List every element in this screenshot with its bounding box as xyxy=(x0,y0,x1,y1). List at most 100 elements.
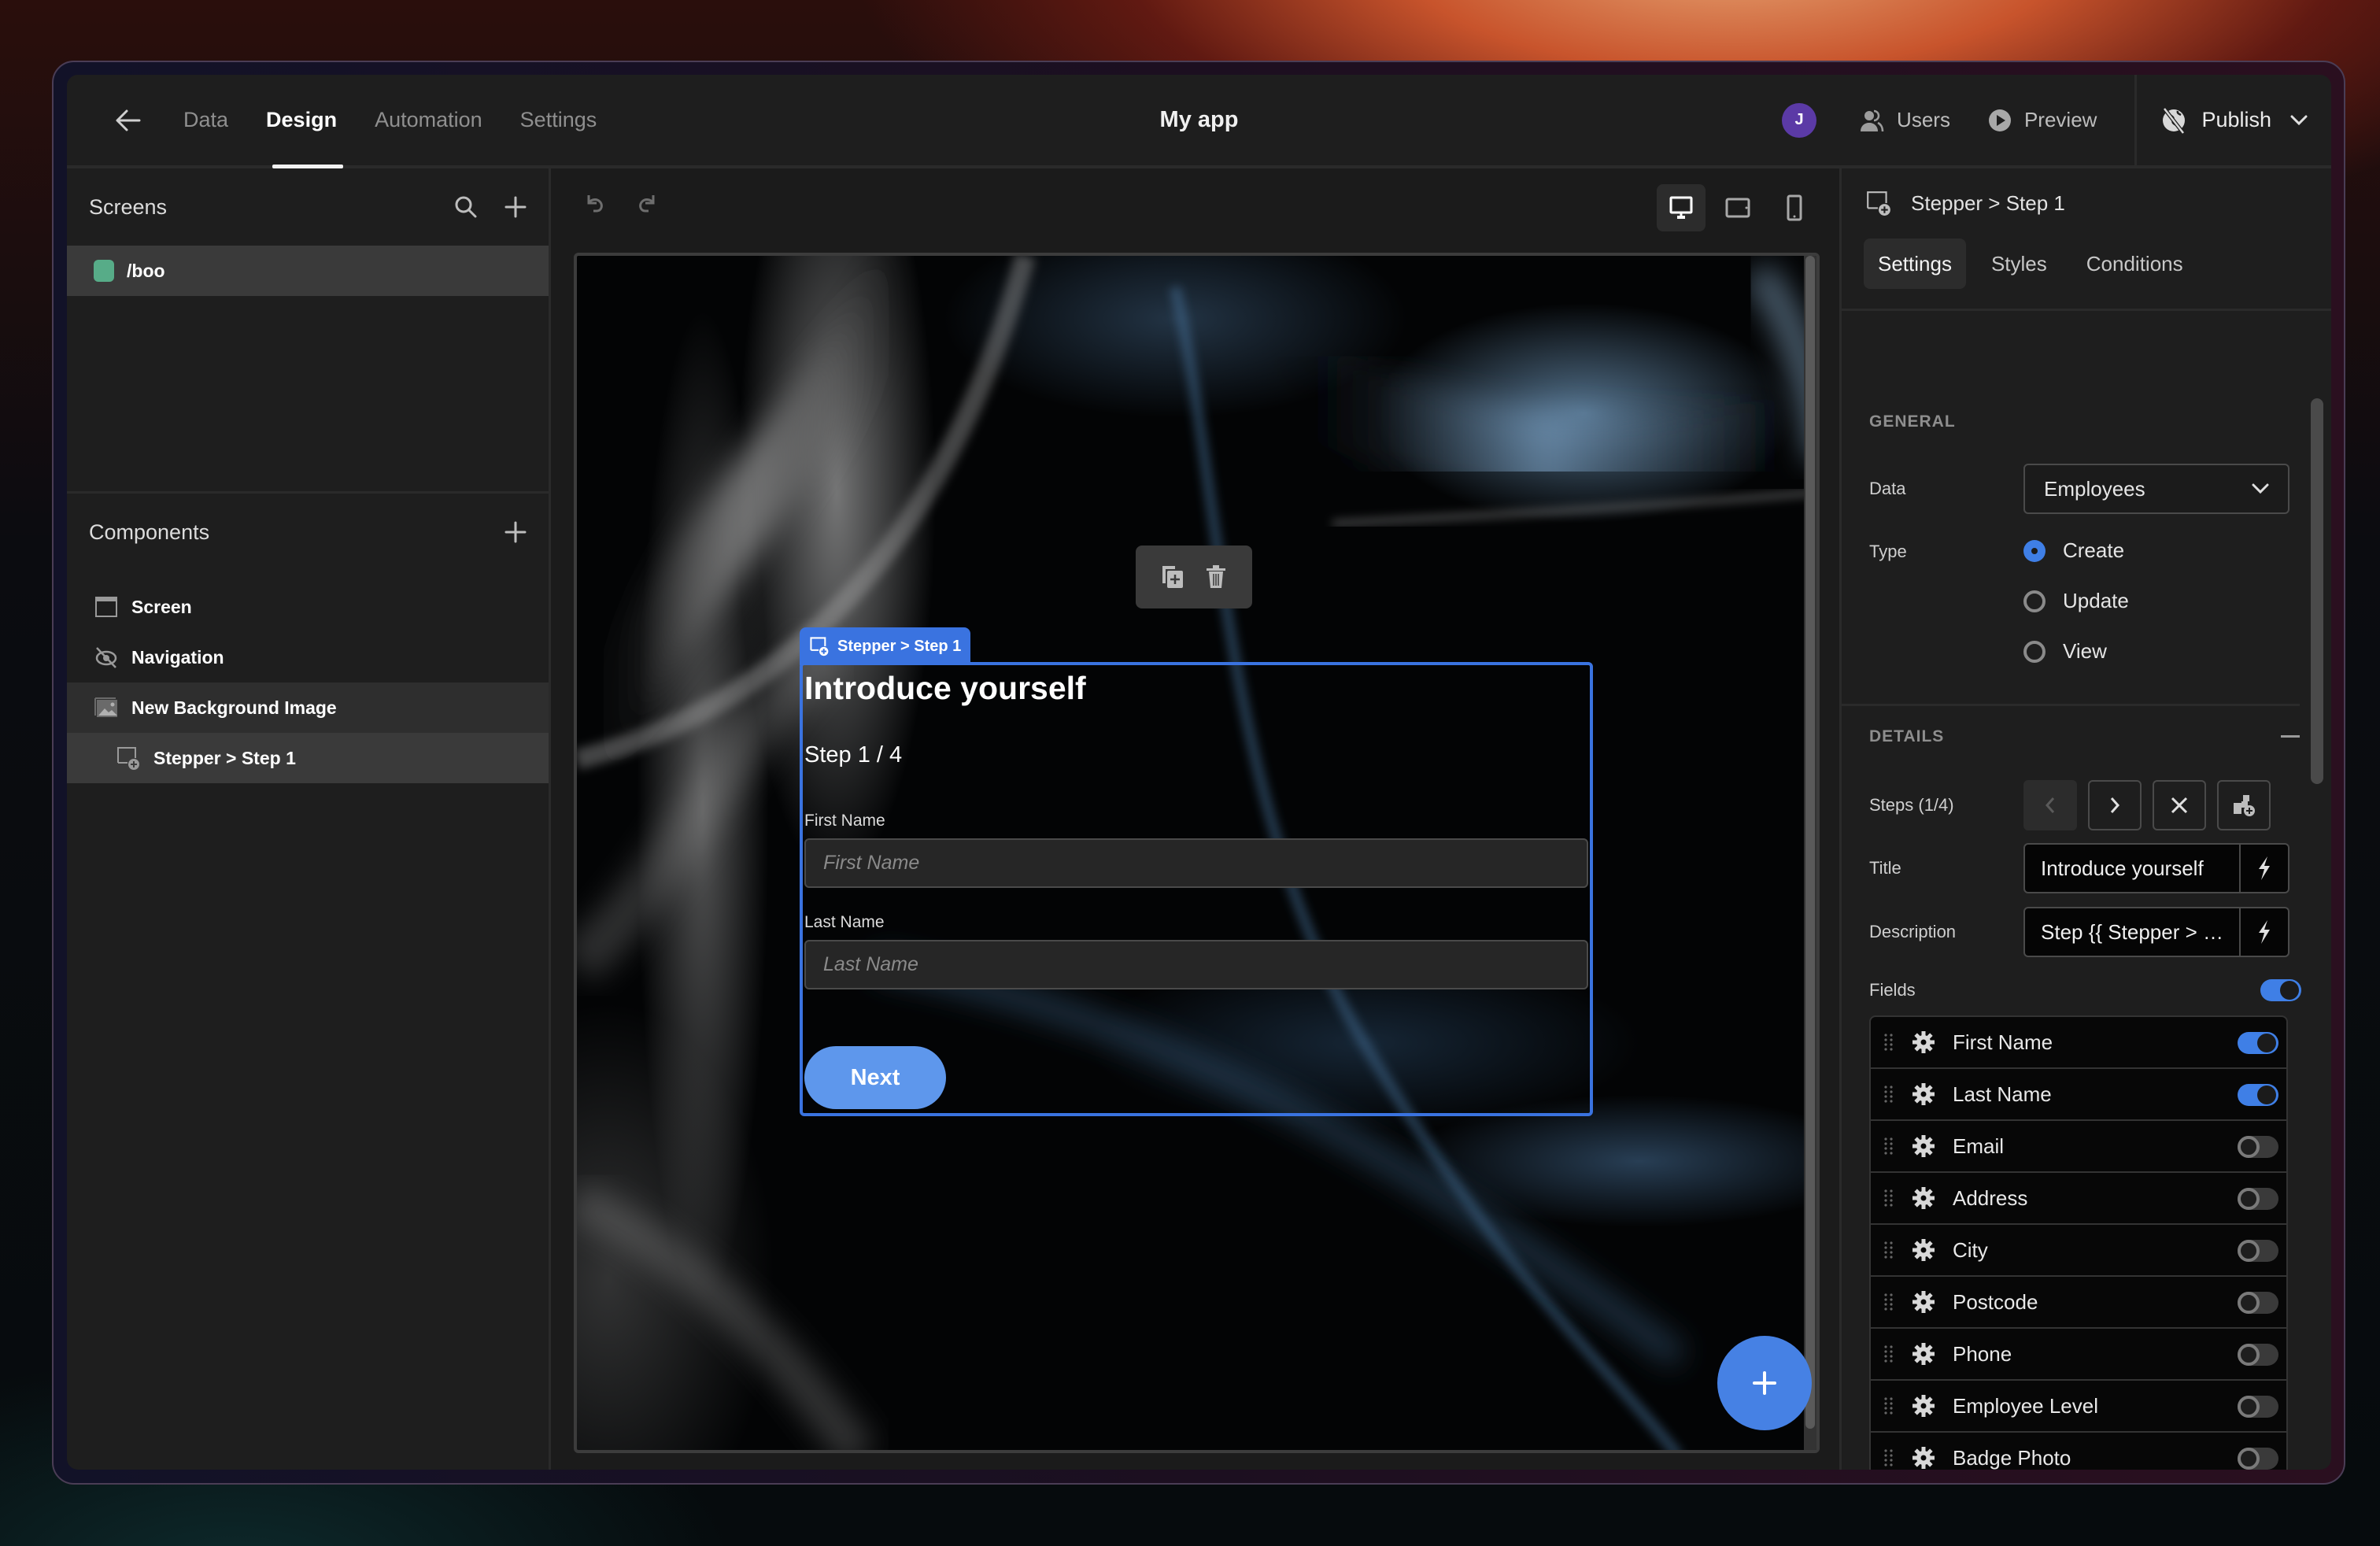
app-preview[interactable]: Stepper > Step 1 Introduce yourself Step… xyxy=(574,253,1820,1453)
field-row[interactable]: Email xyxy=(1871,1121,2286,1173)
field-row[interactable]: Address xyxy=(1871,1173,2286,1225)
binding-button[interactable] xyxy=(2239,845,2288,892)
title-input[interactable]: Introduce yourself xyxy=(2023,843,2289,893)
add-screen-icon[interactable] xyxy=(504,196,527,218)
drag-handle-icon[interactable] xyxy=(1883,1396,1894,1415)
field-row[interactable]: Last Name xyxy=(1871,1069,2286,1121)
next-button[interactable]: Next xyxy=(804,1046,946,1109)
chevron-right-icon xyxy=(2110,797,2120,813)
scrollbar-thumb[interactable] xyxy=(1805,256,1815,1429)
tab-design[interactable]: Design xyxy=(266,75,344,168)
field-toggle[interactable] xyxy=(2238,1032,2278,1054)
field-toggle[interactable] xyxy=(2238,1240,2278,1262)
gear-icon[interactable] xyxy=(1912,1290,1935,1314)
field-row[interactable]: Employee Level xyxy=(1871,1381,2286,1433)
mobile-view-button[interactable] xyxy=(1770,184,1819,231)
tab-settings[interactable]: Settings xyxy=(520,75,597,165)
fields-label: Fields xyxy=(1869,980,1916,1000)
tab-styles[interactable]: Styles xyxy=(1977,239,2061,289)
next-step-button[interactable] xyxy=(2088,780,2142,830)
search-icon[interactable] xyxy=(454,195,478,219)
field-toggle[interactable] xyxy=(2238,1396,2278,1418)
type-option-view[interactable]: View xyxy=(2023,639,2107,664)
gear-icon[interactable] xyxy=(1912,1342,1935,1366)
type-option-update[interactable]: Update xyxy=(2023,589,2129,613)
data-source-select[interactable]: Employees xyxy=(2023,464,2289,514)
screen-item-label: /boo xyxy=(127,260,165,281)
tab-data[interactable]: Data xyxy=(183,75,228,165)
preview-button[interactable]: Preview xyxy=(1988,108,2097,132)
gear-icon[interactable] xyxy=(1912,1446,1935,1470)
gear-icon[interactable] xyxy=(1912,1394,1935,1418)
drag-handle-icon[interactable] xyxy=(1883,1241,1894,1259)
drag-handle-icon[interactable] xyxy=(1883,1033,1894,1052)
gear-icon[interactable] xyxy=(1912,1238,1935,1262)
avatar[interactable]: J xyxy=(1782,102,1817,138)
panel-scrollbar[interactable] xyxy=(2311,398,2323,784)
toggle-knob xyxy=(2238,1188,2260,1210)
drag-handle-icon[interactable] xyxy=(1883,1293,1894,1311)
component-label: New Background Image xyxy=(131,697,337,718)
remove-step-button[interactable] xyxy=(2153,780,2206,830)
radio-checked[interactable] xyxy=(2023,539,2046,562)
field-row[interactable]: Badge Photo xyxy=(1871,1433,2286,1470)
redo-icon[interactable] xyxy=(633,190,660,217)
drag-handle-icon[interactable] xyxy=(1883,1137,1894,1156)
field-toggle[interactable] xyxy=(2238,1136,2278,1158)
gear-icon[interactable] xyxy=(1912,1082,1935,1106)
gear-icon[interactable] xyxy=(1912,1134,1935,1158)
publish-button[interactable]: Publish xyxy=(2160,106,2308,135)
components-section: Components Screen Navigation New Backgro… xyxy=(67,494,549,783)
stepper-form[interactable]: Introduce yourself Step 1 / 4 First Name… xyxy=(800,662,1593,1116)
drag-handle-icon[interactable] xyxy=(1883,1344,1894,1363)
drag-handle-icon[interactable] xyxy=(1883,1085,1894,1104)
description-input[interactable]: Step {{ Stepper > … xyxy=(2023,907,2289,957)
tablet-view-button[interactable] xyxy=(1713,184,1762,231)
undo-icon[interactable] xyxy=(582,190,609,217)
last-name-input[interactable]: Last Name xyxy=(804,940,1588,989)
component-background-image[interactable]: New Background Image xyxy=(67,682,549,733)
field-toggle[interactable] xyxy=(2238,1344,2278,1366)
add-step-button[interactable] xyxy=(2217,780,2271,830)
tab-automation[interactable]: Automation xyxy=(375,75,482,165)
field-row[interactable]: First Name xyxy=(1871,1017,2286,1069)
field-toggle[interactable] xyxy=(2238,1188,2278,1210)
users-button[interactable]: Users xyxy=(1859,108,1950,133)
gear-icon[interactable] xyxy=(1912,1186,1935,1210)
duplicate-icon[interactable] xyxy=(1161,564,1184,590)
field-toggle[interactable] xyxy=(2238,1084,2278,1106)
fields-toggle[interactable] xyxy=(2260,979,2301,1001)
field-toggle[interactable] xyxy=(2238,1448,2278,1470)
prev-step-button[interactable] xyxy=(2023,780,2077,830)
field-row[interactable]: Postcode xyxy=(1871,1277,2286,1329)
field-toggle[interactable] xyxy=(2238,1292,2278,1314)
gear-icon[interactable] xyxy=(1912,1030,1935,1054)
radio-unchecked[interactable] xyxy=(2023,590,2046,612)
back-button[interactable] xyxy=(113,105,144,136)
radio-label: Update xyxy=(2063,589,2129,612)
component-screen[interactable]: Screen xyxy=(67,582,549,632)
drag-handle-icon[interactable] xyxy=(1883,1189,1894,1208)
drag-handle-icon[interactable] xyxy=(1883,1448,1894,1467)
desktop-view-button[interactable] xyxy=(1657,184,1706,231)
tab-conditions[interactable]: Conditions xyxy=(2072,239,2197,289)
type-option-create[interactable]: Create xyxy=(2023,538,2124,563)
add-component-fab[interactable] xyxy=(1717,1336,1812,1430)
component-stepper-step-1[interactable]: Stepper > Step 1 xyxy=(67,733,549,783)
collapse-icon[interactable] xyxy=(2281,734,2300,739)
toggle-knob xyxy=(2238,1396,2260,1418)
first-name-input[interactable]: First Name xyxy=(804,838,1588,888)
field-row[interactable]: City xyxy=(1871,1225,2286,1277)
trash-icon[interactable] xyxy=(1205,564,1227,590)
field-row[interactable]: Phone xyxy=(1871,1329,2286,1381)
binding-button[interactable] xyxy=(2239,908,2288,956)
close-icon xyxy=(2171,797,2188,814)
form-step-icon xyxy=(117,747,139,770)
preview-scrollbar[interactable] xyxy=(1804,256,1816,1450)
screen-item-boo[interactable]: /boo xyxy=(67,246,549,296)
add-component-icon[interactable] xyxy=(504,521,527,543)
component-navigation[interactable]: Navigation xyxy=(67,632,549,682)
radio-unchecked[interactable] xyxy=(2023,640,2046,663)
selected-component-tag[interactable]: Stepper > Step 1 xyxy=(800,627,971,665)
tab-settings-panel[interactable]: Settings xyxy=(1864,239,1966,289)
